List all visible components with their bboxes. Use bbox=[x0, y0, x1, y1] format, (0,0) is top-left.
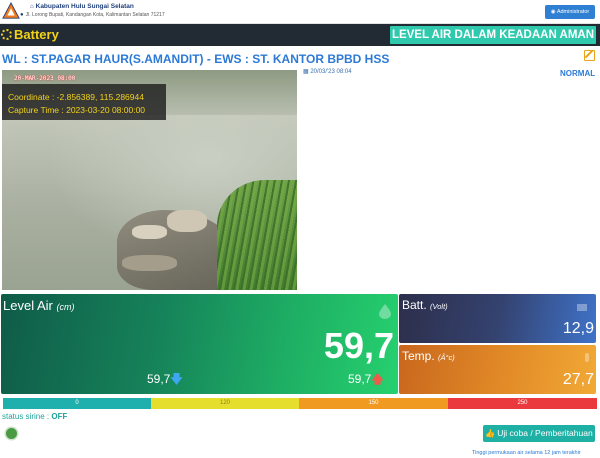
camera-rock bbox=[122, 255, 177, 271]
camera-info-overlay: Coordinate : -2.856389, 115.286944 Captu… bbox=[2, 84, 166, 120]
spinner-icon bbox=[1, 29, 12, 40]
top-header: ⌂ Kabupaten Hulu Sungai Selatan ● Jl. Loro… bbox=[0, 0, 600, 24]
water-status-title: LEVEL AIR DALAM KEADAAN AMAN bbox=[390, 26, 596, 44]
threshold-segment: 120 bbox=[151, 398, 299, 409]
threshold-segment: 0 bbox=[3, 398, 151, 409]
camera-date-overlay: 20-MAR-2023 08:00 bbox=[14, 75, 76, 82]
battery-card-label: Batt. (Volt) bbox=[402, 298, 448, 312]
bpbd-logo-icon bbox=[2, 2, 20, 19]
camera-reeds bbox=[217, 180, 297, 290]
home-icon: ⌂ bbox=[30, 4, 34, 10]
siren-indicator-icon bbox=[6, 428, 17, 439]
temperature-card-label: Temp. (Â°c) bbox=[402, 349, 455, 363]
thermometer-icon bbox=[585, 353, 589, 362]
siren-status: status sirine : OFF bbox=[2, 412, 68, 421]
threshold-bar: 0 120 150 250 bbox=[3, 398, 597, 409]
arrow-up-icon: 🡅 bbox=[371, 372, 384, 386]
status-badge: NORMAL bbox=[560, 69, 596, 78]
org-name: ⌂ Kabupaten Hulu Sungai Selatan bbox=[30, 3, 134, 10]
chart-caption: Tinggi permukaan air selama 12 jam terak… bbox=[472, 450, 581, 456]
org-address: ● Jl. Lorong Bupati, Kandangan Kota, Kali… bbox=[20, 12, 165, 18]
administrator-button[interactable]: ◉ Administrator bbox=[545, 5, 595, 19]
battery-value: 12,9 bbox=[562, 320, 594, 337]
arrow-down-icon: 🡇 bbox=[170, 372, 183, 386]
calendar-icon: ▦ bbox=[303, 69, 309, 75]
water-drop-icon bbox=[379, 304, 391, 319]
edit-icon[interactable] bbox=[584, 50, 595, 61]
water-level-card: Level Air (cm) 59,7 59,7🡇 59,7🡅 bbox=[1, 294, 398, 394]
battery-card: Batt. (Volt) 12,9 bbox=[399, 294, 596, 343]
threshold-segment: 150 bbox=[299, 398, 448, 409]
battery-label[interactable]: Battery bbox=[0, 27, 59, 42]
temperature-card: Temp. (Â°c) 27,7 bbox=[399, 345, 596, 394]
map-pin-icon: ● bbox=[20, 12, 24, 18]
camera-image[interactable]: 20-MAR-2023 08:00 Coordinate : -2.856389… bbox=[2, 70, 297, 290]
camera-rock bbox=[132, 225, 167, 239]
station-title: WL : ST.PAGAR HAUR(S.AMANDIT) - EWS : ST… bbox=[2, 52, 390, 66]
water-level-value: 59,7 bbox=[323, 325, 394, 366]
status-bar: Battery LEVEL AIR DALAM KEADAAN AMAN bbox=[0, 24, 600, 46]
test-notification-button[interactable]: 👍 Uji coba / Pemberitahuan bbox=[483, 425, 595, 442]
temperature-value: 27,7 bbox=[562, 371, 594, 388]
camera-rock bbox=[167, 210, 207, 232]
camera-coordinate: Coordinate : -2.856389, 115.286944 bbox=[8, 92, 144, 102]
user-icon: ◉ bbox=[550, 9, 556, 15]
water-level-label: Level Air (cm) bbox=[3, 298, 75, 313]
camera-capture-time: Capture Time : 2023-03-20 08:00:00 bbox=[8, 105, 146, 115]
water-level-min: 59,7🡇 bbox=[147, 372, 183, 386]
thumbs-up-icon: 👍 bbox=[485, 429, 496, 438]
update-timestamp: ▦ 20/03/'23 08:04 bbox=[303, 69, 352, 75]
water-level-max: 59,7🡅 bbox=[348, 372, 384, 386]
battery-icon bbox=[577, 304, 587, 311]
threshold-segment: 250 bbox=[448, 398, 597, 409]
